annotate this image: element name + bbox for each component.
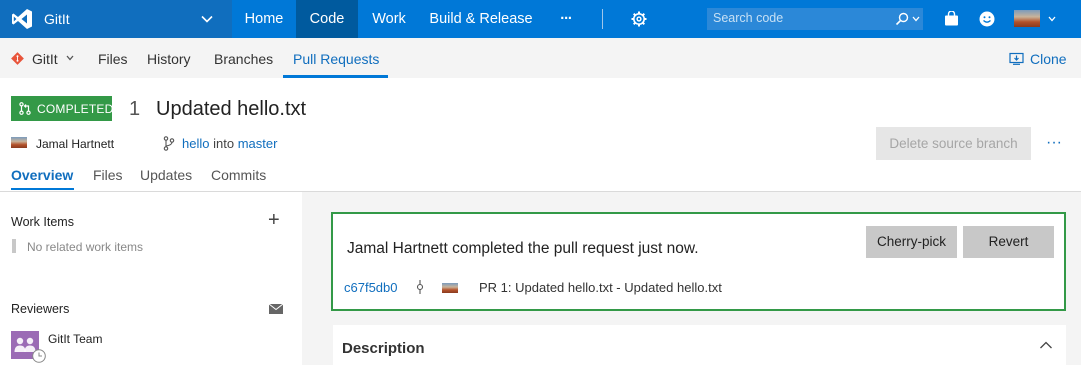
completion-message: Jamal Hartnett completed the pull reques… [347, 240, 699, 257]
revert-button[interactable]: Revert [963, 226, 1054, 258]
subnav-history[interactable]: History [147, 51, 191, 67]
branch-icon [163, 136, 175, 151]
description-title: Description [342, 340, 425, 357]
tab-commits[interactable]: Commits [211, 167, 266, 183]
nav-build-release[interactable]: Build & Release [420, 0, 542, 38]
visual-studio-logo-icon [12, 9, 32, 29]
search-placeholder: Search code [713, 11, 784, 25]
gear-icon[interactable] [631, 11, 647, 27]
nav-work[interactable]: Work [358, 0, 420, 38]
nav-code[interactable]: Code [296, 0, 358, 38]
project-switcher[interactable]: GitIt [0, 0, 232, 38]
nav-more-button[interactable]: ··· [552, 0, 580, 38]
commit-message: PR 1: Updated hello.txt - Updated hello.… [479, 280, 722, 295]
chevron-up-icon[interactable] [1039, 340, 1053, 350]
empty-indicator [12, 239, 16, 253]
overview-tab-indicator [11, 188, 74, 190]
pr-more-actions-button[interactable]: ··· [1046, 134, 1062, 152]
add-work-item-button[interactable]: + [268, 210, 280, 230]
user-avatar[interactable] [1014, 10, 1040, 27]
tab-overview[interactable]: Overview [11, 167, 73, 183]
reviewer-name[interactable]: GitIt Team [48, 332, 102, 346]
project-name: GitIt [44, 11, 70, 27]
clone-icon[interactable] [1009, 52, 1024, 65]
git-repo-icon [11, 52, 24, 65]
nav-divider [602, 9, 603, 29]
target-branch-link[interactable]: master [238, 136, 278, 151]
cherry-pick-button[interactable]: Cherry-pick [866, 226, 957, 258]
subnav-branches[interactable]: Branches [214, 51, 273, 67]
nav-home[interactable]: Home [232, 0, 296, 38]
mail-icon[interactable] [269, 304, 283, 314]
source-branch-link[interactable]: hello [182, 136, 209, 151]
work-items-title: Work Items [11, 215, 74, 229]
profile-chevron-icon[interactable] [1048, 16, 1056, 22]
commit-id-link[interactable]: c67f5db0 [344, 280, 398, 295]
code-hub-navigation: GitIt Files History Branches Pull Reques… [0, 38, 1081, 78]
pull-request-icon [19, 102, 31, 115]
tab-updates[interactable]: Updates [140, 167, 192, 183]
clone-button[interactable]: Clone [1030, 51, 1067, 67]
smiley-feedback-icon[interactable] [979, 11, 995, 27]
repo-chevron-down-icon[interactable] [66, 55, 74, 61]
status-badge: COMPLETED [11, 96, 114, 121]
status-text: COMPLETED [37, 102, 114, 116]
commit-author-avatar [442, 283, 458, 293]
search-input[interactable]: Search code [707, 8, 923, 30]
branch-info: hello into master [182, 136, 277, 151]
search-icon[interactable] [895, 12, 909, 26]
top-navigation-bar: GitIt Home Code Work Build & Release ···… [0, 0, 1081, 38]
repo-selector[interactable]: GitIt [32, 51, 58, 67]
commit-icon [416, 280, 424, 294]
description-card: Description [333, 325, 1066, 365]
delete-source-branch-button[interactable]: Delete source branch [876, 127, 1031, 160]
tab-files[interactable]: Files [93, 167, 123, 183]
completion-card: Jamal Hartnett completed the pull reques… [331, 212, 1066, 311]
search-scope-chevron-icon[interactable] [912, 16, 920, 22]
pr-number: 1 [129, 98, 141, 120]
chevron-down-icon[interactable] [200, 12, 214, 26]
no-work-items-text: No related work items [27, 240, 144, 254]
reviewers-title: Reviewers [11, 302, 70, 316]
shopping-bag-icon[interactable] [944, 11, 959, 26]
pr-title: Updated hello.txt [156, 98, 307, 120]
author-name[interactable]: Jamal Hartnett [36, 137, 114, 151]
subnav-files[interactable]: Files [98, 51, 128, 67]
subnav-pull-requests[interactable]: Pull Requests [293, 51, 379, 67]
into-text: into [213, 136, 235, 151]
clock-icon [32, 349, 46, 363]
active-tab-indicator [283, 75, 388, 78]
author-avatar [11, 137, 27, 148]
